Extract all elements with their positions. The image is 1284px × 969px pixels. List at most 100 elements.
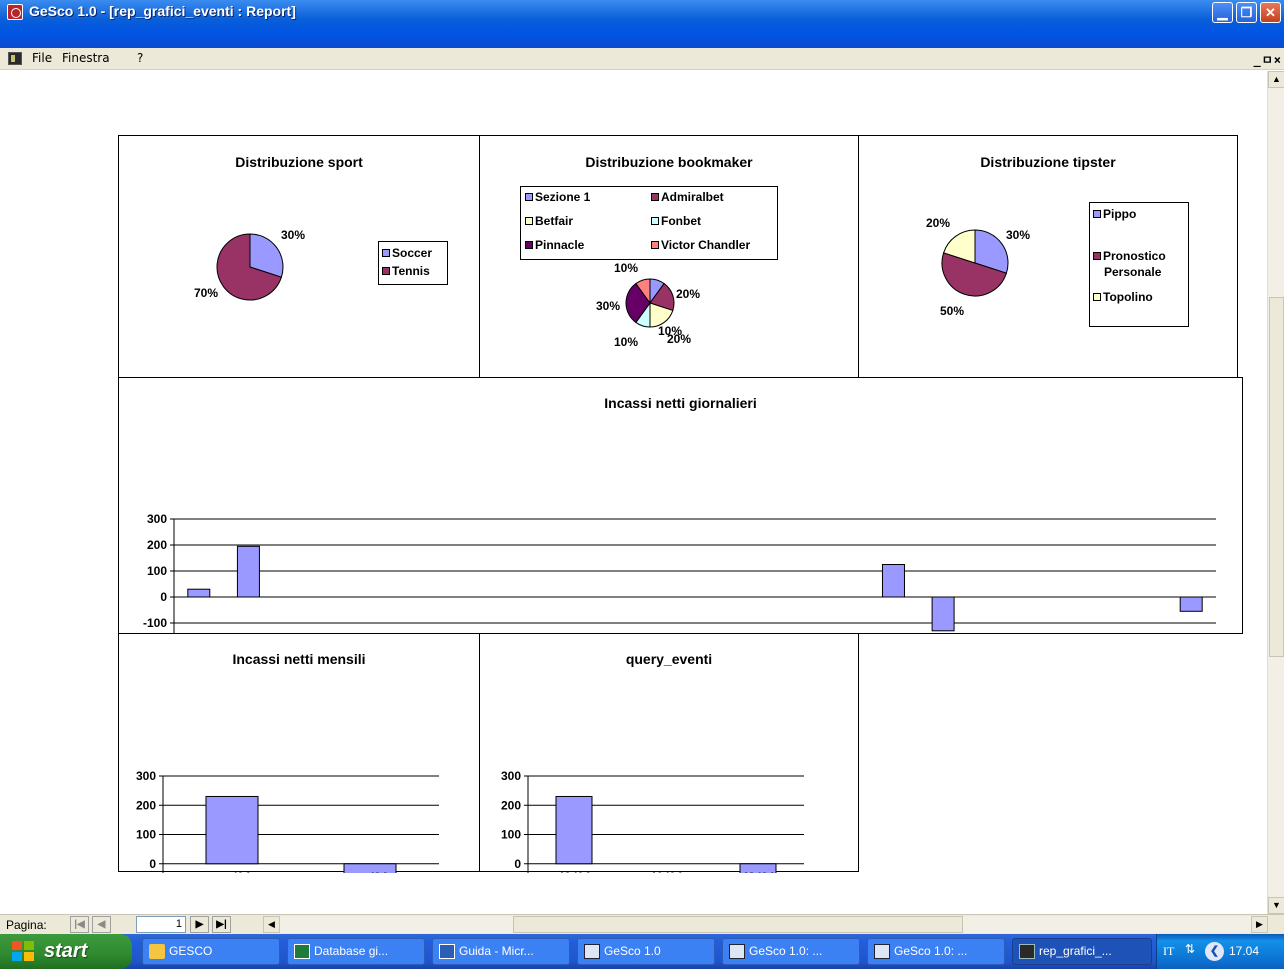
taskbar-item-excel[interactable]: Database gi... [287, 938, 425, 965]
bar-0 [555, 795, 593, 865]
pie-label-fonbet: 10% [614, 335, 639, 349]
x-tick-label: ott '04 [353, 870, 388, 873]
pie-label-pronostico-personale: 50% [940, 304, 965, 318]
pie-label-admiralbet: 20% [676, 287, 701, 301]
scroll-up-button[interactable]: ▲ [1268, 71, 1284, 88]
y-tick-label: 300 [501, 769, 521, 783]
legend-item-pronostico-personale-line2: Personale [1104, 265, 1162, 279]
clock[interactable]: 17.04 [1229, 944, 1259, 958]
legend-item-topolino: Topolino [1093, 290, 1153, 304]
taskbar-item-word[interactable]: Guida - Micr... [432, 938, 570, 965]
y-tick-label: 0 [514, 857, 521, 871]
x-tick-label: 42 '04 [742, 870, 775, 873]
horizontal-scrollbar[interactable]: ◀ ▶ [263, 916, 1268, 933]
legend-item-pippo: Pippo [1093, 207, 1136, 221]
pie-label-betfair: 20% [667, 332, 692, 346]
word-icon [439, 944, 455, 959]
restore-button[interactable]: ❐ [1236, 2, 1257, 23]
menu-finestra[interactable]: Finestra [62, 51, 110, 65]
bar-15 [931, 596, 955, 632]
bar-14 [881, 564, 905, 598]
vertical-scroll-thumb[interactable] [1269, 297, 1284, 657]
chart-panel-bookmaker: Distribuzione bookmaker Sezione 1 Admira… [479, 135, 859, 379]
report-window-icon[interactable] [8, 52, 22, 65]
bar-0 [205, 795, 259, 865]
y-tick-label: 100 [147, 564, 167, 578]
first-page-button[interactable]: |◀ [70, 916, 89, 933]
scroll-right-button[interactable]: ▶ [1251, 916, 1268, 933]
menu-bar: File Finestra ? _ㅁ× [0, 48, 1284, 70]
taskbar-item-report[interactable]: rep_grafici_... [1012, 938, 1152, 965]
excel-icon [294, 944, 310, 959]
y-tick-label: 300 [147, 512, 167, 526]
scroll-left-button[interactable]: ◀ [263, 916, 280, 933]
menu-help[interactable]: ? [137, 51, 143, 65]
close-button[interactable]: ✕ [1260, 2, 1281, 23]
pie-label-tennis: 70% [194, 286, 219, 300]
legend-tipster: Pippo Pronostico Personale Topolino [1089, 202, 1189, 327]
x-tick-label: 41 '04 [650, 870, 683, 873]
chart-panel-sport: Distribuzione sport 30% 70% Soccer Tenni… [118, 135, 480, 379]
chart-panel-monthly: Incassi netti mensili 3002001000-100set … [118, 633, 480, 873]
taskbar-item-gesco-2[interactable]: GeSco 1.0: ... [722, 938, 860, 965]
window-title: GeSco 1.0 - [rep_grafici_eventi : Report… [29, 3, 296, 19]
language-indicator[interactable]: IT [1163, 944, 1174, 959]
y-tick-label: 100 [136, 828, 156, 842]
y-tick-label: 200 [136, 798, 156, 812]
bar-chart-query: 3002001000-10040 '0441 '0442 '04 [501, 769, 804, 873]
start-label: start [44, 940, 88, 962]
bar-20 [1179, 596, 1203, 612]
system-tray: IT ⇅ ❮ 17.04 [1156, 934, 1284, 969]
y-tick-label: 0 [160, 590, 167, 604]
menu-file[interactable]: File [32, 51, 52, 65]
show-hidden-icons-icon[interactable]: ❮ [1205, 942, 1224, 961]
report-icon [1019, 944, 1035, 959]
minimize-button[interactable]: ▁ [1212, 2, 1233, 23]
start-button[interactable]: start [0, 934, 132, 969]
y-tick-label: 100 [501, 828, 521, 842]
title-bar: GeSco 1.0 - [rep_grafici_eventi : Report… [0, 0, 1284, 48]
horizontal-scroll-thumb[interactable] [513, 916, 963, 933]
scroll-down-button[interactable]: ▼ [1268, 897, 1284, 914]
bar-0 [187, 588, 211, 598]
taskbar-item-gesco-3[interactable]: GeSco 1.0: ... [867, 938, 1005, 965]
report-canvas: Distribuzione sport 30% 70% Soccer Tenni… [0, 71, 1267, 914]
pie-label-topolino: 20% [926, 216, 951, 230]
y-tick-label: 300 [136, 769, 156, 783]
page-number-input[interactable]: 1 [136, 916, 186, 933]
chart-panel-tipster: Distribuzione tipster 30% 50% 20% Pippo … [858, 135, 1238, 379]
y-tick-label: 200 [501, 798, 521, 812]
form-icon [874, 944, 890, 959]
legend-item-pronostico-personale: Pronostico [1093, 249, 1166, 263]
last-page-button[interactable]: ▶| [212, 916, 231, 933]
mdi-window-controls[interactable]: _ㅁ× [1254, 51, 1283, 68]
record-navigation-bar: Pagina: |◀ ◀ 1 ▶ ▶| ◀ ▶ [0, 914, 1284, 934]
form-icon [584, 944, 600, 959]
x-tick-label: 40 '04 [558, 870, 591, 873]
bar-chart-monthly: 3002001000-100set '04ott '04 [136, 769, 439, 873]
bar-1 [236, 545, 260, 598]
taskbar-item-gesco-1[interactable]: GeSco 1.0 [577, 938, 715, 965]
access-app-icon[interactable] [7, 4, 23, 20]
pie-label-pinnacle: 30% [596, 299, 621, 313]
next-page-button[interactable]: ▶ [190, 916, 209, 933]
prev-page-button[interactable]: ◀ [92, 916, 111, 933]
pie-label-soccer: 30% [281, 228, 306, 242]
vertical-scrollbar[interactable]: ▲ ▼ [1267, 71, 1284, 914]
chart-panel-query: query_eventi 3002001000-10040 '0441 '044… [479, 633, 859, 873]
x-tick-label: set '04 [214, 870, 251, 873]
y-tick-label: -100 [143, 616, 167, 630]
folder-icon [149, 944, 165, 959]
pie-label-pippo: 30% [1006, 228, 1031, 242]
legend-item-tennis: Tennis [382, 264, 430, 278]
taskbar-item-gesco-folder[interactable]: GESCO [142, 938, 280, 965]
chart-panel-daily: Incassi netti giornalieri 300 200 100 0 -100… [118, 377, 1243, 635]
y-tick-label: 200 [147, 538, 167, 552]
legend-item-soccer: Soccer [382, 246, 432, 260]
pie-label-victor-chandler: 10% [614, 261, 639, 275]
bar-chart-daily: 3002001000-100-200 [143, 512, 1216, 635]
network-icon[interactable]: ⇅ [1185, 942, 1195, 956]
page-label: Pagina: [6, 918, 47, 932]
windows-logo-icon [12, 941, 36, 963]
y-tick-label: 0 [149, 857, 156, 871]
